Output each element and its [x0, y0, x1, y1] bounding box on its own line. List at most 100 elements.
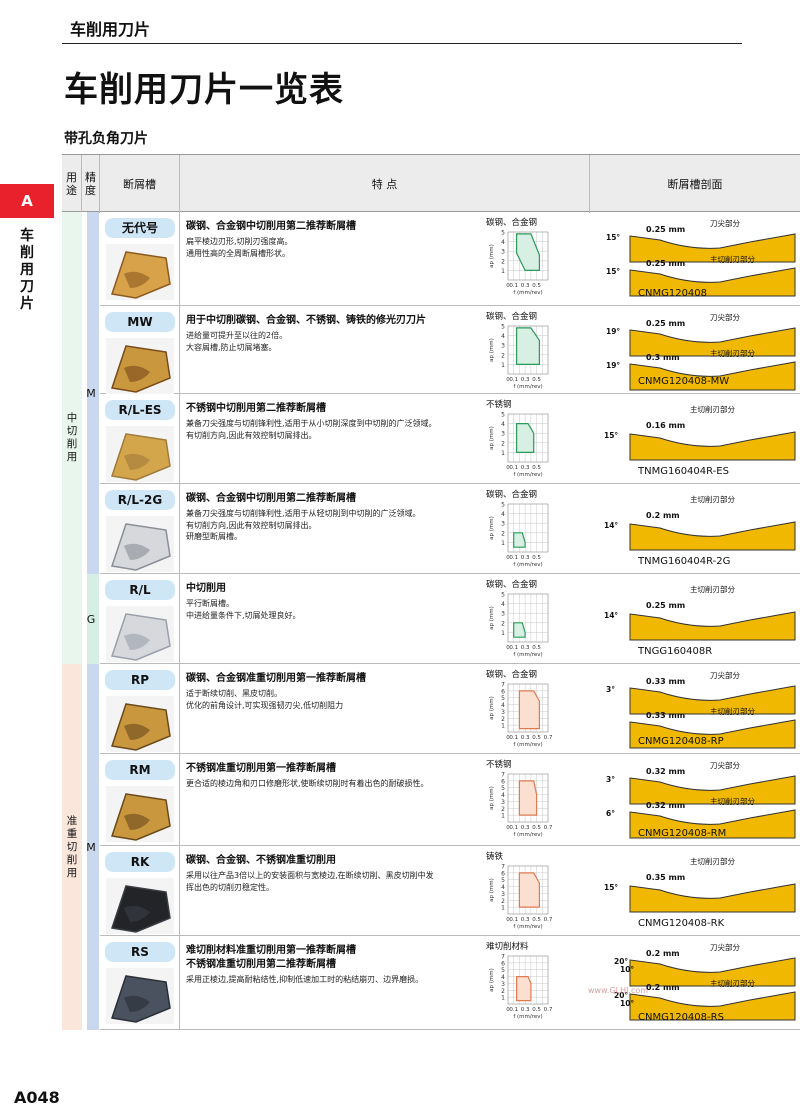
precision-m2: M — [86, 840, 96, 854]
chipbreaker-badge: R/L-ES — [105, 400, 175, 420]
feature-desc-line: 兼备刀尖强度与切削锋利性,适用于从小切削深度到中切削的广泛领域。 — [186, 419, 437, 428]
application-range-chart: 12345670 0.1 0.3 0.5 0.7ap (mm)f (mm/rev) — [489, 682, 553, 749]
side-tab[interactable]: A — [0, 184, 54, 218]
chart-y-tick: 5 — [501, 785, 505, 792]
chart-y-tick: 6 — [501, 688, 505, 695]
chart-y-tick: 4 — [501, 884, 505, 891]
precision-m1: M — [86, 386, 96, 400]
use-medium: 中切削用 — [66, 412, 78, 463]
chart-x-tick: 0.3 — [521, 735, 530, 741]
chart-y-tick: 5 — [501, 324, 505, 331]
chipbreaker-badge: R/L-2G — [105, 490, 175, 510]
profile-shape-main — [629, 431, 796, 461]
chart-y-tick: 4 — [501, 421, 505, 428]
chart-x-tick: 0.1 — [509, 283, 518, 289]
side-vertical-label: 车削用刀片 — [20, 228, 34, 312]
chart-y-label: ap (mm) — [489, 606, 495, 630]
chart-y-tick: 1 — [501, 362, 505, 369]
watermark: www.GLHJ.com — [588, 986, 649, 995]
insert-code: CNMG120408-RS — [638, 1012, 724, 1023]
feature-desc-line: 采用正棱边,提高耐粘结性,抑制低速加工时的粘结崩刃、边界磨损。 — [186, 975, 424, 984]
table-row: R/L-2G 碳钢、合金钢中切削用第二推荐断屑槽 兼备刀尖强度与切削锋利性,适用于从… — [100, 484, 800, 574]
chart-y-tick: 4 — [501, 239, 505, 246]
chart-x-tick: 0.1 — [509, 1007, 518, 1013]
insert-code: CNMG120408-RP — [638, 736, 724, 747]
table-row: RM 不锈钢准重切削用第一推荐断屑槽 更合适的棱边角和刃口修磨形状,使断续切削时有着… — [100, 754, 800, 846]
application-range-chart: 123450 0.1 0.3 0.5ap (mm)f (mm/rev) — [489, 592, 549, 658]
chart-y-tick: 2 — [501, 898, 505, 905]
features-cell: 碳钢、合金钢准重切削用第一推荐断屑槽 适于断续切削、黑皮切削。 优化的前角设计,可实… — [186, 672, 486, 711]
profile-part-label: 主切削刃部分 — [690, 404, 735, 414]
chart-y-label: ap (mm) — [489, 338, 495, 362]
feature-title: 碳钢、合金钢、不锈钢准重切削用 — [186, 855, 336, 866]
chart-x-tick: 0.7 — [544, 825, 553, 831]
chart-x-tick: 0.1 — [509, 465, 518, 471]
table-header: 用途 精度 断屑槽 特 点 断屑槽剖面 — [62, 154, 800, 213]
chart-y-tick: 1 — [501, 995, 505, 1002]
feature-desc-line: 扁平棱边刃形,切削刃强度高。 — [186, 237, 293, 246]
profile-land-width: 0.35 mm — [646, 873, 685, 882]
chart-x-tick: 0.3 — [521, 283, 530, 289]
page-number: A048 — [14, 1088, 60, 1107]
feature-desc-line: 适于断续切削、黑皮切削。 — [186, 689, 282, 698]
feature-title: 中切削用 — [186, 583, 226, 594]
chart-x-tick: 0.1 — [509, 555, 518, 561]
chart-x-tick: 0.3 — [521, 377, 530, 383]
insert-code: TNMG160404R-ES — [638, 466, 729, 477]
precision-g: G — [86, 612, 96, 626]
feature-desc-line: 挥出色的切削刃稳定性。 — [186, 882, 274, 892]
chart-y-tick: 2 — [501, 352, 505, 359]
chart-y-tick: 1 — [501, 450, 505, 457]
chart-x-tick: 0.7 — [544, 917, 553, 923]
header-chipbreaker: 断屑槽 — [100, 155, 180, 213]
chart-y-tick: 2 — [501, 258, 505, 265]
profile-shape-main — [629, 883, 796, 913]
chart-y-tick: 1 — [501, 268, 505, 275]
profile-part-label-2: 主切削刃部分 — [710, 254, 755, 264]
feature-desc-line: 优化的前角设计,可实现强韧刃尖,低切削阻力 — [186, 700, 344, 710]
feature-desc-line: 研磨型断屑槽。 — [186, 532, 242, 541]
table-row: RS 难切削材料准重切削用第一推荐断屑槽 不锈钢准重切削用第二推荐断屑槽 采用正棱边,… — [100, 936, 800, 1030]
feature-title: 不锈钢准重切削用第一推荐断屑槽 — [186, 763, 336, 774]
chart-y-tick: 1 — [501, 630, 505, 637]
header-precision: 精度 — [82, 155, 100, 213]
chart-x-tick: 0.3 — [521, 1007, 530, 1013]
chart-y-tick: 3 — [501, 981, 505, 988]
chart-y-label: ap (mm) — [489, 426, 495, 450]
application-range-chart: 12345670 0.1 0.3 0.5 0.7ap (mm)f (mm/rev) — [489, 772, 553, 839]
chart-y-tick: 7 — [501, 864, 505, 871]
chart-application-region — [516, 423, 535, 454]
chart-y-tick: 5 — [501, 230, 505, 237]
chart-x-label: f (mm/rev) — [513, 472, 542, 478]
profile-land-width: 0.25 mm — [646, 225, 685, 234]
profile-land-width: 0.2 mm — [646, 511, 680, 520]
insert-code: TNMG160404R-2G — [638, 556, 731, 567]
chart-y-label: ap (mm) — [489, 516, 495, 540]
table-row: R/L 中切削用 平行断屑槽。 中进给量条件下,切屑处理良好。 碳钢、合金钢 1 2 3 4 5 0… — [100, 574, 800, 664]
profile-angle-3: 15° — [606, 267, 620, 276]
chart-y-tick: 5 — [501, 502, 505, 509]
feature-title: 碳钢、合金钢中切削用第二推荐断屑槽 — [186, 493, 356, 504]
profile-part-label-2: 主切削刃部分 — [710, 706, 755, 716]
profile-land-width-2: 0.33 mm — [646, 711, 685, 720]
profile-land-width-2: 0.3 mm — [646, 353, 680, 362]
chart-x-tick: 0.5 — [532, 735, 541, 741]
chipbreaker-badge: MW — [105, 312, 175, 332]
insert-code: CNMG120408-MW — [638, 376, 730, 387]
chart-x-label: f (mm/rev) — [513, 1014, 542, 1020]
chart-y-tick: 4 — [501, 702, 505, 709]
features-cell: 碳钢、合金钢中切削用第二推荐断屑槽 兼备刀尖强度与切削锋利性,适用于从轻切削到中切… — [186, 492, 486, 543]
chart-y-tick: 1 — [501, 813, 505, 820]
header-bar: 车削用刀片 — [62, 8, 742, 44]
profile-land-width: 0.25 mm — [646, 319, 685, 328]
chart-application-region — [518, 780, 538, 816]
insert-photo — [106, 244, 174, 300]
chart-y-tick: 6 — [501, 870, 505, 877]
chart-y-tick: 7 — [501, 682, 505, 689]
chart-y-label: ap (mm) — [489, 696, 495, 720]
chart-y-tick: 3 — [501, 343, 505, 350]
profile-part-label: 刀尖部分 — [710, 942, 740, 952]
chart-x-tick: 0.5 — [532, 283, 541, 289]
chart-x-tick: 0.5 — [532, 645, 541, 651]
chart-application-region — [518, 872, 541, 908]
